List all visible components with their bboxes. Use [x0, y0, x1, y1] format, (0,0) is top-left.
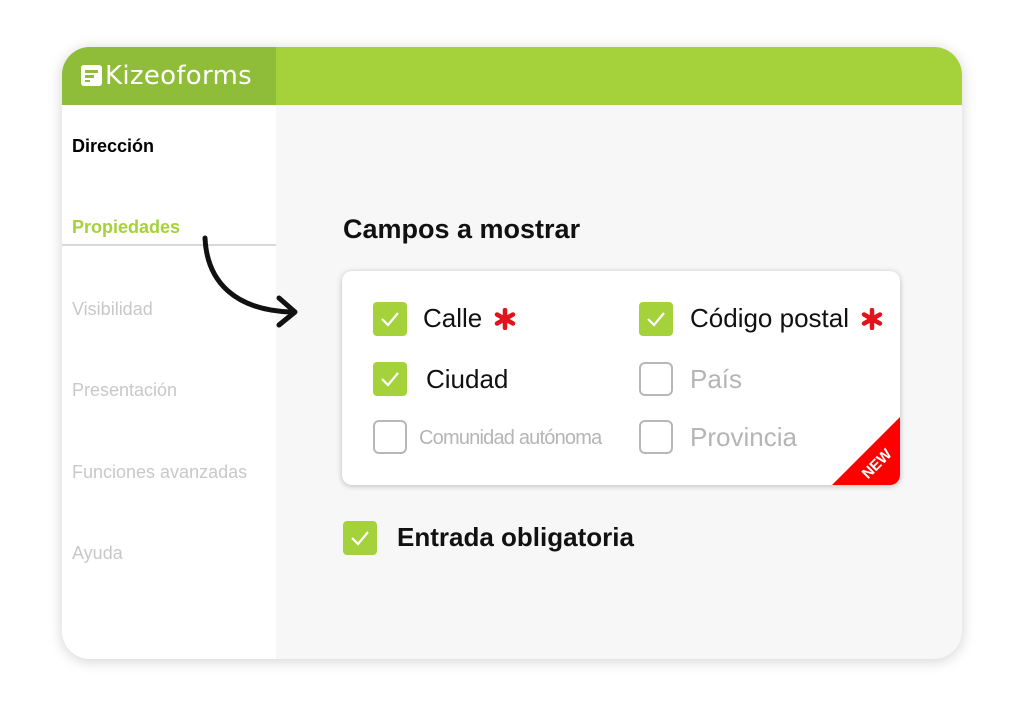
field-label-calle: Calle — [423, 303, 483, 333]
check-icon — [647, 312, 665, 327]
new-badge: NEW — [832, 417, 900, 485]
checkbox-entrada-obligatoria[interactable] — [343, 521, 377, 555]
field-label-comunidad-autonoma: Comunidad autónoma — [419, 427, 602, 449]
check-icon — [351, 531, 369, 546]
sidebar-item-visibilidad[interactable]: Visibilidad — [72, 299, 153, 320]
sidebar-item-presentacion[interactable]: Presentación — [72, 380, 177, 401]
logo-text: Kizeoforms — [105, 61, 252, 91]
check-icon — [381, 312, 399, 327]
checkbox-codigo-postal[interactable] — [639, 302, 673, 336]
sidebar-item-ayuda[interactable]: Ayuda — [72, 543, 123, 564]
sidebar-item-propiedades[interactable]: Propiedades — [72, 217, 180, 238]
field-label-ciudad: Ciudad — [426, 364, 509, 394]
section-title: Campos a mostrar — [343, 214, 581, 244]
sidebar-item-direccion[interactable]: Dirección — [72, 136, 154, 157]
checkbox-pais[interactable] — [639, 362, 673, 396]
logo: Kizeoforms — [62, 47, 276, 105]
top-bar: Kizeoforms — [62, 47, 962, 105]
required-asterisk-icon — [861, 308, 883, 330]
check-icon — [381, 372, 399, 387]
field-label-provincia: Provincia — [690, 422, 797, 452]
forms-logo-icon — [81, 65, 102, 86]
field-label-pais: País — [690, 364, 743, 394]
checkbox-calle[interactable] — [373, 302, 407, 336]
field-label-codigo-postal: Código postal — [690, 303, 849, 333]
sidebar: Dirección Propiedades Visibilidad Presen… — [62, 105, 276, 659]
sidebar-item-funciones-avanzadas[interactable]: Funciones avanzadas — [72, 462, 247, 483]
checkbox-comunidad-autonoma[interactable] — [373, 420, 407, 454]
required-entry-label: Entrada obligatoria — [397, 522, 634, 552]
curved-arrow-icon — [202, 235, 298, 328]
checkbox-provincia[interactable] — [639, 420, 673, 454]
checkbox-ciudad[interactable] — [373, 362, 407, 396]
required-asterisk-icon — [494, 308, 516, 330]
fields-panel: Calle Código postal Ciudad País Comunida… — [342, 271, 900, 485]
